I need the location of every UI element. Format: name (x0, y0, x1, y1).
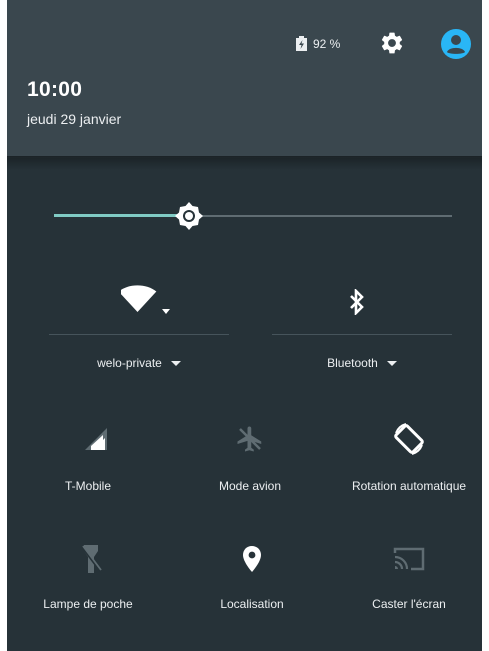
tile-label-mode-avion[interactable]: Mode avion (219, 479, 281, 493)
wifi-icon[interactable] (121, 285, 171, 319)
cellular-signal-icon[interactable] (83, 426, 109, 452)
battery-percent: 92 % (313, 37, 341, 51)
header-shadow (7, 156, 482, 170)
user-avatar-icon[interactable] (440, 28, 472, 60)
cast-icon[interactable] (392, 546, 426, 572)
chevron-down-icon[interactable] (170, 361, 181, 367)
tile-label-rotation-automatique[interactable]: Rotation automatique (352, 479, 466, 493)
wifi-network-dropdown[interactable]: welo-private (49, 356, 229, 370)
tile-label-lampe-de-poche[interactable]: Lampe de poche (43, 597, 132, 611)
brightness-slider[interactable] (54, 202, 452, 230)
bluetooth-dropdown[interactable]: Bluetooth (272, 356, 452, 370)
airplane-icon[interactable] (235, 424, 265, 454)
clock-time: 10:00 (27, 78, 83, 101)
tile-label-localisation[interactable]: Localisation (220, 597, 283, 611)
brightness-fill (54, 214, 189, 217)
tile-label-caster-l-ecran[interactable]: Caster l'écran (372, 597, 446, 611)
quick-settings-panel: 92 % 10:00 jeudi 29 janvier welo-private… (7, 0, 482, 651)
brightness-thumb-icon[interactable] (175, 202, 203, 230)
tile-label-t-mobile[interactable]: T-Mobile (65, 479, 111, 493)
bluetooth-icon[interactable] (348, 289, 366, 315)
bluetooth-label: Bluetooth (327, 356, 378, 370)
wifi-network-label: welo-private (97, 356, 162, 370)
chevron-down-icon[interactable] (386, 361, 397, 367)
clock-date: jeudi 29 janvier (27, 111, 122, 127)
flashlight-icon[interactable] (79, 543, 103, 575)
settings-gear-icon[interactable] (379, 30, 405, 56)
location-pin-icon[interactable] (242, 545, 262, 573)
wifi-divider (49, 334, 229, 335)
bluetooth-divider (272, 334, 452, 335)
battery-icon (296, 36, 307, 51)
auto-rotate-icon[interactable] (390, 420, 428, 458)
